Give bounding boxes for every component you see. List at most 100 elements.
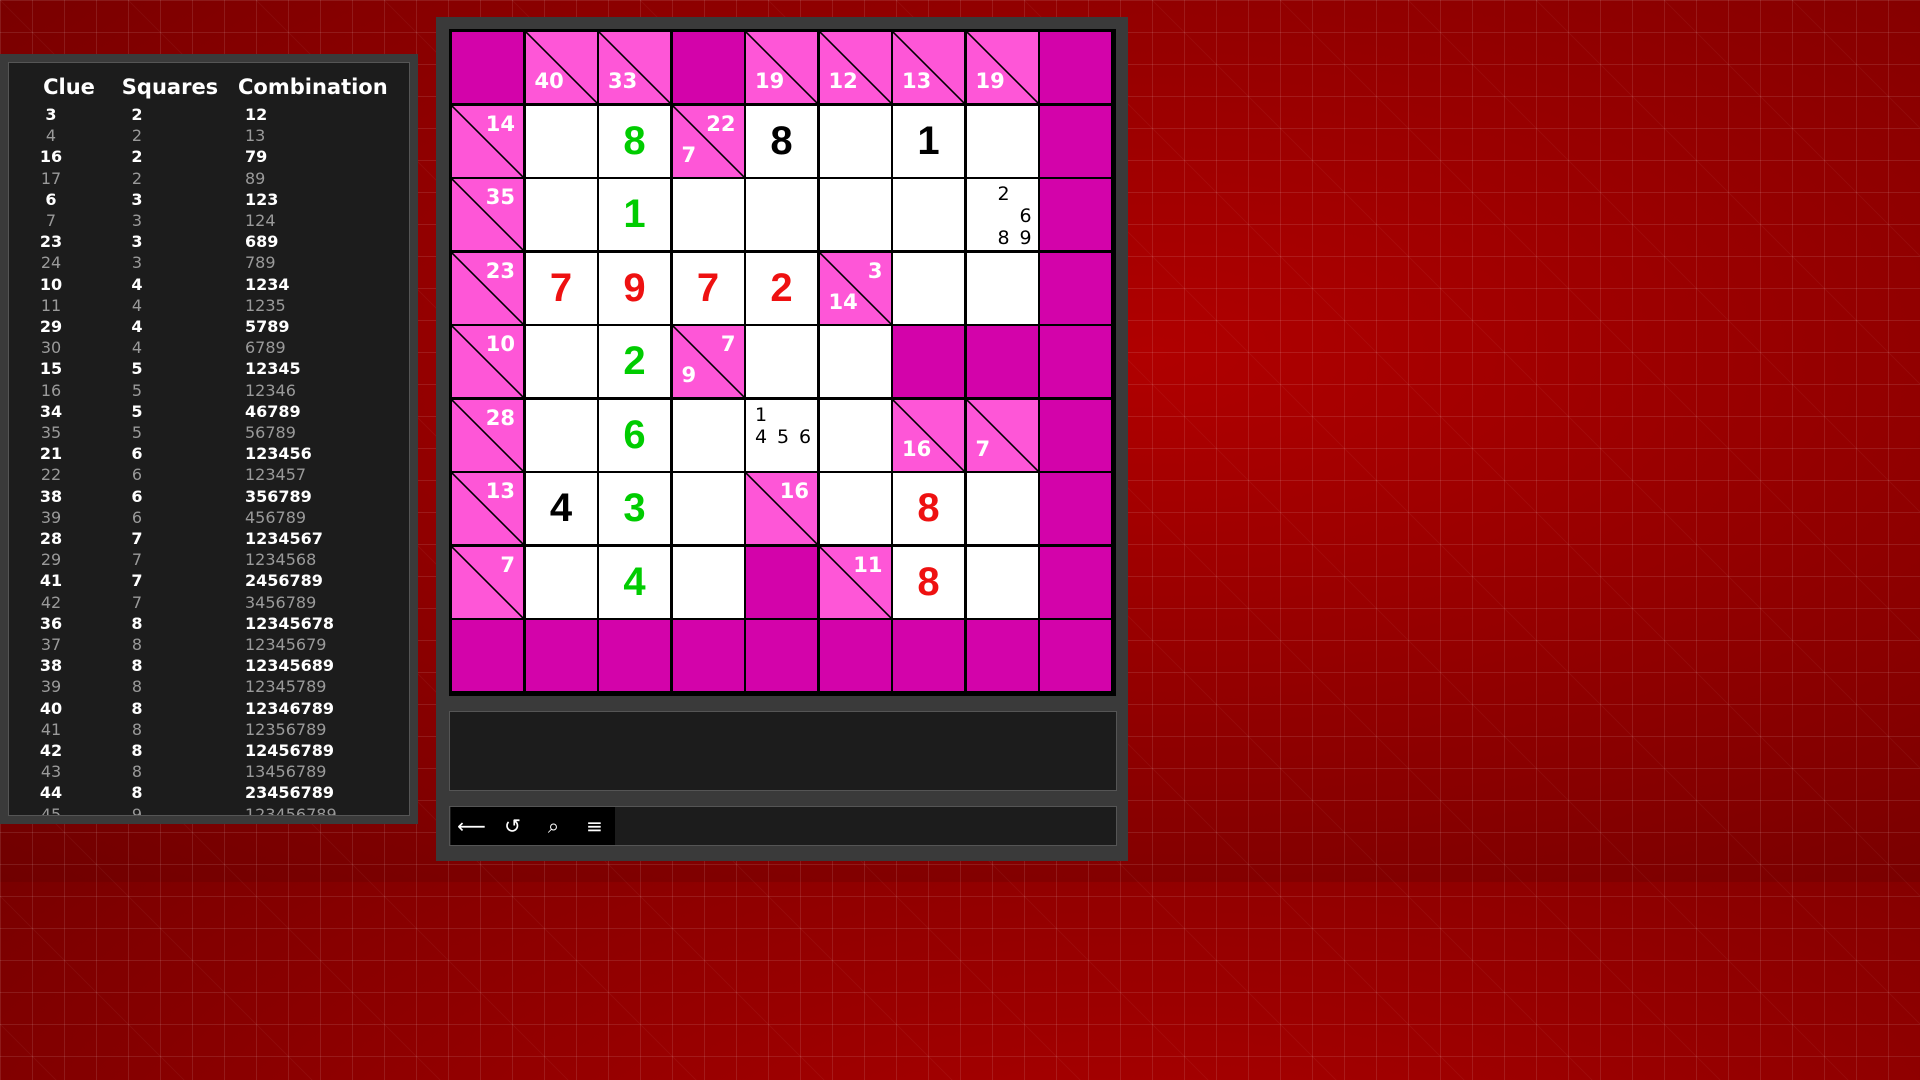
clue-reference-panel: Clue Squares Combination 3 2 12 4 2 13 16 2 79 17… <box>0 54 418 824</box>
entered-digit: 4 <box>549 486 573 530</box>
entry-cell[interactable]: 9 <box>599 252 670 324</box>
entry-cell[interactable]: 7 <box>525 252 597 324</box>
entry-cell[interactable]: 3 <box>599 473 670 544</box>
entry-cell[interactable] <box>525 105 597 177</box>
entry-cell[interactable]: 1 <box>893 105 964 177</box>
down-clue: 13 <box>902 69 932 93</box>
clue-table-row: 16 2 79 <box>9 146 409 167</box>
clue-table-row: 3 2 12 <box>9 104 409 125</box>
entry-cell[interactable]: 8 <box>893 546 964 618</box>
pencil-mark: 6 <box>1019 205 1032 227</box>
pencil-mark: 2 <box>997 183 1010 205</box>
entry-cell[interactable] <box>525 179 597 250</box>
entry-cell[interactable]: 4 <box>599 546 670 618</box>
menu-button[interactable]: ≡ <box>574 807 615 845</box>
entry-cell[interactable] <box>893 252 964 324</box>
row-combination: 12345789 <box>245 677 327 697</box>
row-combination: 1234567 <box>245 529 323 548</box>
conflict-digit: 7 <box>549 265 573 310</box>
clue-table-row: 29 7 1234568 <box>9 549 409 570</box>
row-squares: 8 <box>131 698 143 718</box>
entry-cell[interactable] <box>966 546 1038 618</box>
row-combination: 1234 <box>245 274 290 294</box>
entry-cell[interactable] <box>966 105 1038 177</box>
entry-cell[interactable] <box>746 326 817 397</box>
clue-table-row: 38 6 356789 <box>9 486 409 507</box>
clue-cell: 28 <box>452 399 523 471</box>
entry-cell[interactable] <box>819 399 891 471</box>
entry-cell[interactable] <box>819 326 891 397</box>
row-squares: 8 <box>131 783 143 803</box>
row-squares: 5 <box>131 401 143 421</box>
entry-cell[interactable] <box>746 179 817 250</box>
entry-cell[interactable] <box>966 252 1038 324</box>
clue-table-row: 39 8 12345789 <box>9 676 409 697</box>
search-button[interactable]: ⌕ <box>533 807 574 845</box>
across-clue: 28 <box>485 405 515 430</box>
entry-cell[interactable] <box>819 105 891 177</box>
row-squares: 8 <box>131 741 143 760</box>
entry-cell[interactable] <box>966 473 1038 544</box>
clue-cell: 13 <box>893 32 964 103</box>
entry-cell[interactable]: 6 <box>599 399 670 471</box>
clue-table-row: 24 3 789 <box>9 252 409 273</box>
row-clue: 10 <box>39 274 63 294</box>
restart-button[interactable]: ↺ <box>492 807 533 845</box>
row-squares: 3 <box>131 232 143 252</box>
entry-cell[interactable] <box>672 179 744 250</box>
entry-cell[interactable]: 8 <box>893 473 964 544</box>
entry-cell[interactable]: 4 <box>525 473 597 544</box>
pencil-mark: 5 <box>776 425 790 448</box>
clue-cell: 33 <box>599 32 670 103</box>
entry-cell[interactable]: 1 <box>599 179 670 250</box>
entry-cell[interactable] <box>525 546 597 618</box>
row-clue: 38 <box>39 656 63 676</box>
clue-table-row: 10 4 1234 <box>9 274 409 295</box>
entry-cell[interactable] <box>525 399 597 471</box>
menu-icon: ≡ <box>586 814 603 838</box>
entry-cell[interactable] <box>893 179 964 250</box>
entry-cell[interactable] <box>672 546 744 618</box>
back-arrow-button[interactable]: ⟵ <box>451 807 492 845</box>
pencil-mark: 8 <box>997 227 1010 249</box>
row-squares: 3 <box>131 189 143 209</box>
row-clue: 42 <box>39 741 63 760</box>
conflict-digit: 2 <box>770 265 793 310</box>
row-combination: 123456789 <box>245 804 337 816</box>
given-digit: 8 <box>623 118 646 163</box>
clue-table-row: 11 4 1235 <box>9 295 409 316</box>
restart-icon: ↺ <box>504 814 521 838</box>
entry-cell[interactable]: 8 <box>599 105 670 177</box>
entry-cell[interactable] <box>819 473 891 544</box>
clue-cell: 10 <box>452 326 523 397</box>
block-cell <box>452 620 523 691</box>
row-clue: 38 <box>39 486 63 506</box>
clue-cell: 23 <box>452 252 523 324</box>
row-clue: 15 <box>39 359 63 379</box>
row-squares: 3 <box>131 211 143 230</box>
entry-cell[interactable]: 2689 <box>966 179 1038 250</box>
entry-cell[interactable] <box>672 473 744 544</box>
row-squares: 8 <box>131 719 143 739</box>
block-cell <box>1040 326 1111 397</box>
row-clue: 23 <box>39 232 63 252</box>
entry-cell[interactable] <box>672 399 744 471</box>
row-clue: 29 <box>40 550 62 570</box>
entry-cell[interactable] <box>819 179 891 250</box>
clue-table-row: 45 9 123456789 <box>9 804 409 816</box>
entry-cell[interactable]: 8 <box>746 105 817 177</box>
entry-cell[interactable]: 1456 <box>746 399 817 471</box>
row-clue: 4 <box>45 126 57 146</box>
block-cell <box>599 620 670 691</box>
block-cell <box>1040 105 1111 177</box>
clue-cell: 22 7 <box>672 105 744 177</box>
row-clue: 16 <box>39 147 63 167</box>
row-squares: 2 <box>131 105 143 124</box>
given-digit: 1 <box>623 192 646 236</box>
entry-cell[interactable]: 7 <box>672 252 744 324</box>
block-cell <box>746 620 817 691</box>
entry-cell[interactable]: 2 <box>599 326 670 397</box>
row-combination: 56789 <box>245 423 296 442</box>
entry-cell[interactable]: 2 <box>746 252 817 324</box>
entry-cell[interactable] <box>525 326 597 397</box>
